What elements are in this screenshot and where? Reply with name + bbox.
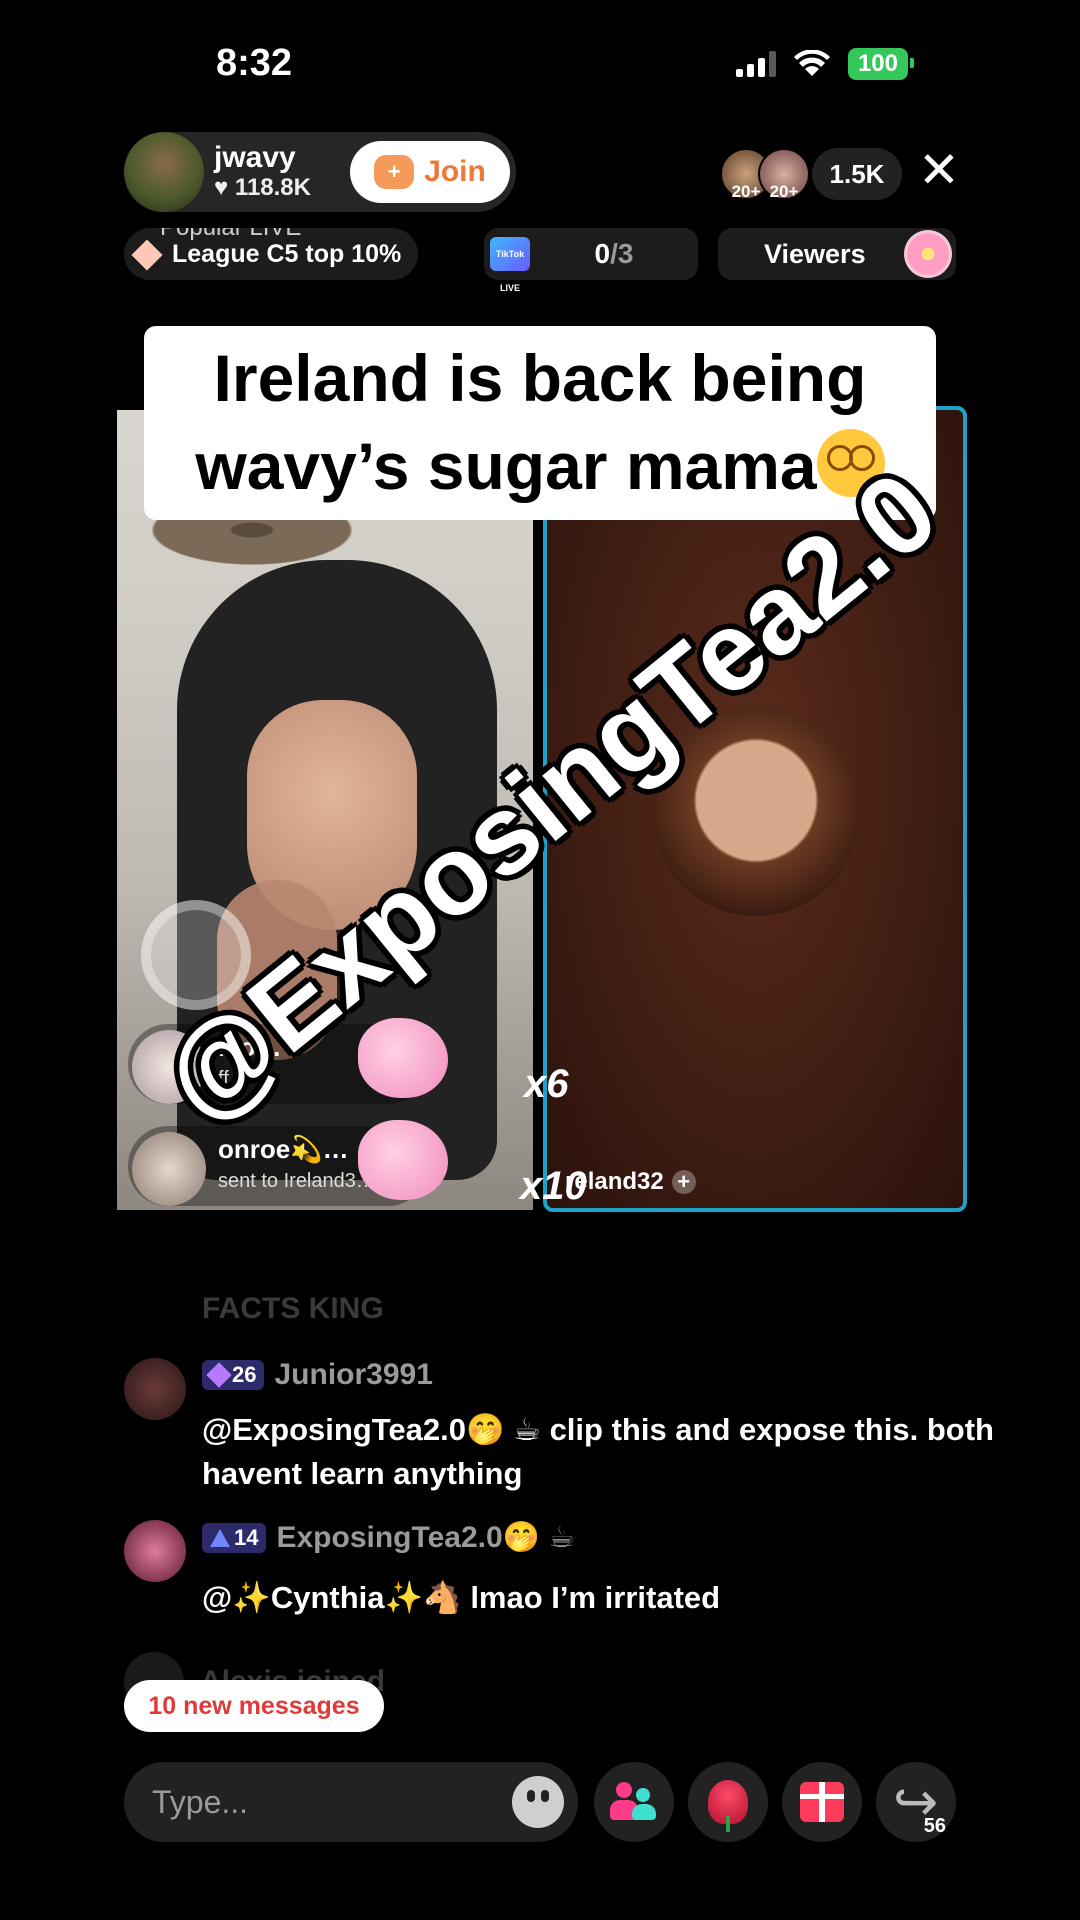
share-count: 56 xyxy=(923,1815,946,1837)
live-goal[interactable]: TikTok LIVE 0/3 xyxy=(484,228,698,293)
goal-progress: 0/3 xyxy=(530,238,698,270)
gem-icon xyxy=(206,1362,232,1388)
gift-multiplier: x10 xyxy=(520,1164,587,1208)
comment-field[interactable] xyxy=(124,1762,578,1842)
chat-header: 14 ExposingTea2.0🤭 ☕ xyxy=(202,1520,575,1555)
host-avatar[interactable] xyxy=(124,132,204,212)
level-badge: 26 xyxy=(202,1360,265,1390)
gift-button[interactable] xyxy=(782,1762,862,1842)
gift-icon xyxy=(800,1782,844,1822)
heart-icon: ♥ xyxy=(214,174,229,201)
top-viewers[interactable]: 20+ 20+ xyxy=(720,148,810,201)
host-name: jwavy xyxy=(214,141,296,174)
viewers-button[interactable]: Viewers xyxy=(718,228,956,280)
level-badge: 14 xyxy=(202,1522,267,1553)
viewers-label: Viewers xyxy=(764,238,866,269)
level-number: 26 xyxy=(232,1362,257,1387)
triangle-icon xyxy=(210,1528,230,1547)
follow-plus-icon[interactable]: + xyxy=(671,1170,696,1194)
chat-avatar[interactable] xyxy=(124,1358,186,1420)
viewer-count[interactable]: 1.5K xyxy=(812,148,902,200)
gifter-name: onroe💫… xyxy=(218,1134,349,1164)
status-icons: 100 xyxy=(735,48,915,80)
gift-multiplier: x6 xyxy=(524,1062,569,1106)
level-number: 14 xyxy=(234,1524,259,1550)
league-badge[interactable]: Popular LIVE League C5 top 10% xyxy=(124,228,418,280)
caption-line-2-text: wavy’s sugar mama xyxy=(195,429,817,503)
tiktok-live-icon: TikTok LIVE xyxy=(490,237,530,293)
new-messages-button[interactable]: 10 new messages xyxy=(124,1680,384,1732)
chat-username[interactable]: ExposingTea2.0🤭 ☕ xyxy=(276,1520,575,1555)
people-icon xyxy=(610,1782,658,1822)
host-pill[interactable]: jwavy ♥ 118.8K + Join xyxy=(124,132,516,212)
league-label: League C5 top 10% xyxy=(172,240,402,268)
caption-line-2: wavy’s sugar mama xyxy=(144,422,936,510)
host-likes: ♥ 118.8K xyxy=(214,174,311,202)
host-info: jwavy ♥ 118.8K xyxy=(214,142,311,202)
caption-overlay: Ireland is back being wavy’s sugar mama xyxy=(144,326,936,520)
chat-avatar[interactable] xyxy=(124,1520,186,1582)
heart-cloud-gift-icon xyxy=(358,1018,448,1098)
gift-detail: ff xyxy=(218,1068,229,1090)
flower-icon xyxy=(904,230,952,278)
rose-icon xyxy=(708,1780,748,1832)
multi-guest-button[interactable] xyxy=(594,1762,674,1842)
top-viewer-avatar[interactable]: 20+ xyxy=(758,148,810,201)
gifter-avatar xyxy=(132,1132,206,1206)
guest-avatar[interactable] xyxy=(651,706,861,916)
chat-text: @✨Cynthia✨🐴 lmao I’m irritated xyxy=(202,1580,721,1615)
guest-video[interactable]: reland32 + xyxy=(543,406,967,1212)
status-time: 8:32 xyxy=(216,42,293,84)
signal-icon xyxy=(735,51,776,77)
diamond-icon xyxy=(131,238,163,271)
goal-total: /3 xyxy=(610,238,634,269)
chat-username[interactable]: Junior3991 xyxy=(274,1358,432,1392)
viewer-rank-badge: 20+ xyxy=(769,182,799,201)
share-button[interactable]: ↩ 56 xyxy=(876,1762,956,1842)
gift-notification: Mo… ff xyxy=(128,1018,448,1104)
gifter-avatar xyxy=(132,1030,206,1104)
chat-text: @ExposingTea2.0🤭 ☕ clip this and expose … xyxy=(202,1412,994,1491)
goal-current: 0 xyxy=(594,238,611,269)
gifter-name: Mo… xyxy=(218,1032,282,1062)
join-label: Join xyxy=(424,155,486,188)
wifi-icon xyxy=(793,50,830,76)
comment-input[interactable] xyxy=(152,1762,492,1842)
gift-detail: sent to Ireland3… xyxy=(218,1170,376,1192)
dizzy-face-icon xyxy=(816,429,885,497)
battery-indicator: 100 xyxy=(847,48,915,80)
touch-indicator xyxy=(141,900,251,1010)
chat-faded-text: FACTS KING xyxy=(202,1292,384,1325)
chat-header: 26 Junior3991 xyxy=(202,1358,433,1392)
heart-cloud-gift-icon xyxy=(358,1120,448,1200)
close-button[interactable]: ✕ xyxy=(918,145,960,195)
host-likes-count: 118.8K xyxy=(234,174,311,201)
rose-gift-button[interactable] xyxy=(688,1762,768,1842)
join-heart-icon: + xyxy=(374,155,415,189)
caption-line-1: Ireland is back being xyxy=(213,341,867,415)
join-button[interactable]: + Join xyxy=(350,141,510,203)
gift-notification: onroe💫… sent to Ireland3… xyxy=(128,1120,448,1206)
emoji-icon[interactable] xyxy=(512,1776,564,1828)
